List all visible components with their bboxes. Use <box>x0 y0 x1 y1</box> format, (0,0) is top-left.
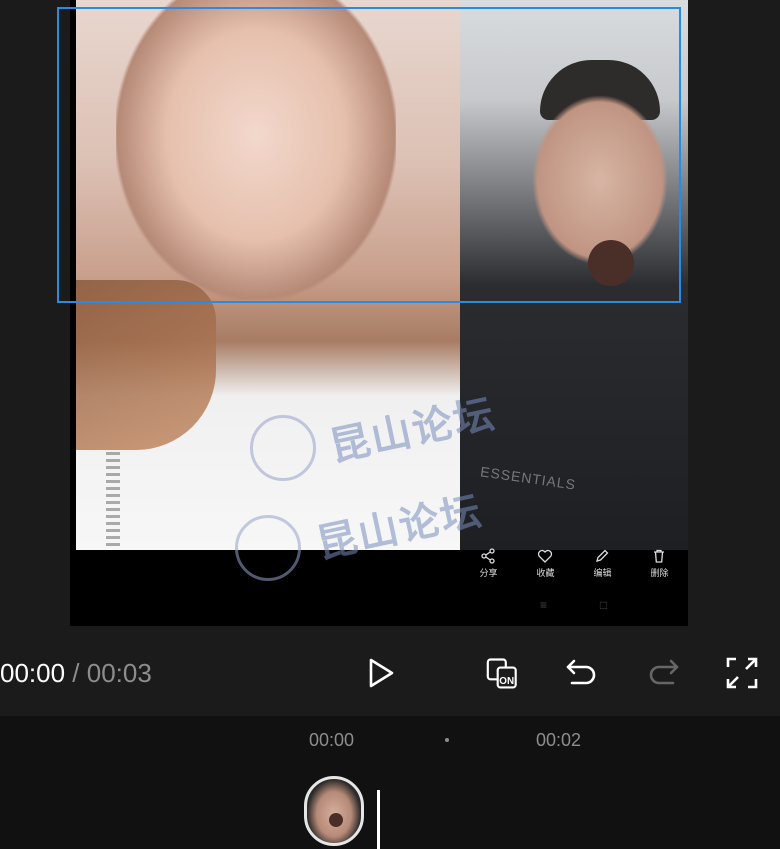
undo-button[interactable] <box>562 653 602 693</box>
share-action[interactable]: 分享 <box>479 548 498 579</box>
playhead[interactable] <box>377 790 380 849</box>
watermark-logo-icon <box>250 415 316 481</box>
share-icon <box>481 548 496 564</box>
heart-icon <box>538 549 553 563</box>
thumb-mouth-image <box>329 813 343 827</box>
left-face-image <box>116 0 396 300</box>
favorite-label: 收藏 <box>536 568 555 578</box>
current-time: 00:00 <box>0 658 66 688</box>
right-photo: ESSENTIALS <box>460 0 688 550</box>
share-label: 分享 <box>479 568 498 578</box>
playback-controls: 00:00 / 00:03 ON <box>0 645 780 701</box>
watermark-logo-icon <box>235 515 301 581</box>
edit-label: 编辑 <box>593 568 612 578</box>
tick-label-0: 00:00 <box>309 730 355 750</box>
total-time: 00:03 <box>86 658 152 688</box>
original-sound-toggle-icon: ON <box>486 658 517 689</box>
fullscreen-button[interactable] <box>722 653 762 693</box>
clip-thumbnail[interactable] <box>304 776 364 846</box>
play-button[interactable] <box>360 653 400 693</box>
delete-label: 删除 <box>650 568 669 578</box>
tick-label-2: 00:02 <box>536 730 582 750</box>
home-nav-icon[interactable]: □ <box>600 598 607 616</box>
timeline-panel[interactable]: 00:00 00:02 <box>0 716 780 849</box>
edit-action[interactable]: 编辑 <box>593 548 612 579</box>
right-mouth-image <box>588 240 634 286</box>
time-separator: / <box>65 658 87 688</box>
pencil-icon <box>596 549 609 562</box>
video-preview[interactable]: ESSENTIALS 昆山论坛 昆山论坛 分享 收藏 编辑 删除 ≡ □ <box>70 0 688 626</box>
sound-on-badge: ON <box>499 676 514 687</box>
fullscreen-icon <box>726 657 758 689</box>
system-nav-bar: ≡ □ <box>540 598 660 616</box>
redo-button[interactable] <box>643 653 683 693</box>
time-display: 00:00 / 00:03 <box>0 658 152 689</box>
redo-icon <box>649 659 679 685</box>
trash-icon <box>654 549 665 563</box>
favorite-action[interactable]: 收藏 <box>536 548 555 579</box>
original-sound-toggle[interactable]: ON <box>484 653 524 693</box>
tick-dot <box>445 738 449 742</box>
play-icon <box>369 658 394 688</box>
shirt-text: ESSENTIALS <box>479 463 578 493</box>
post-action-bar: 分享 收藏 编辑 删除 <box>460 548 688 590</box>
left-photo-caption <box>106 452 120 547</box>
delete-action[interactable]: 删除 <box>650 548 669 579</box>
menu-nav-icon[interactable]: ≡ <box>540 598 547 616</box>
left-hair-image <box>76 280 216 450</box>
undo-icon <box>566 659 596 685</box>
